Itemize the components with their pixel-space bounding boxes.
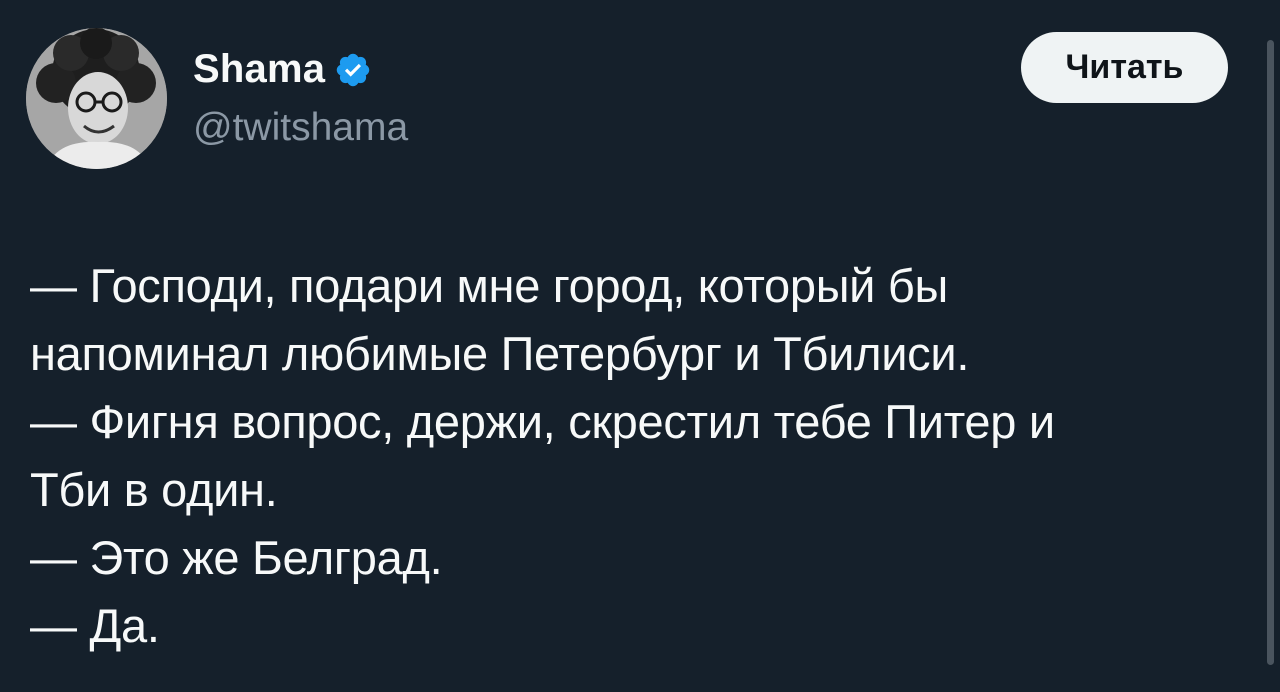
author-display-name[interactable]: Shama — [193, 44, 325, 94]
tweet-text: — Господи, подари мне город, который бы … — [30, 252, 1255, 660]
tweet-line: напоминал любимые Петербург и Тбилиси. — [30, 327, 970, 380]
tweet-card: Shama @twitshama Читать — Господи, подар… — [0, 0, 1280, 692]
tweet-line: — Господи, подари мне город, который бы — [30, 259, 948, 312]
author-handle[interactable]: @twitshama — [193, 104, 408, 152]
tweet-line: — Да. — [30, 599, 160, 652]
tweet-line: Тби в один. — [30, 463, 278, 516]
avatar[interactable] — [26, 28, 167, 169]
scrollbar-thumb[interactable] — [1267, 40, 1274, 665]
scrollbar[interactable] — [1263, 0, 1280, 692]
verified-badge-icon — [336, 53, 370, 87]
tweet-line: — Это же Белград. — [30, 531, 443, 584]
tweet-line: — Фигня вопрос, держи, скрестил тебе Пит… — [30, 395, 1055, 448]
author-name-row: Shama — [193, 44, 372, 94]
follow-button[interactable]: Читать — [1021, 32, 1228, 103]
avatar-photo — [26, 28, 167, 169]
